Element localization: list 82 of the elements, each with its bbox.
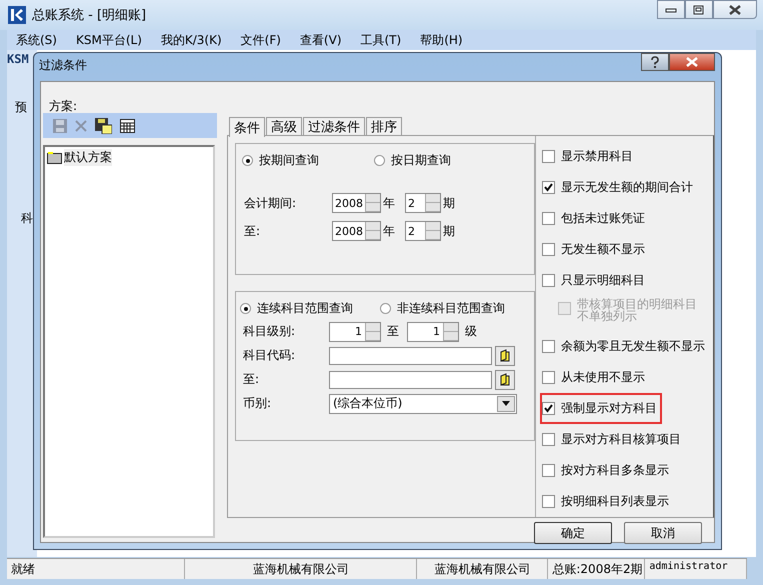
- radio-option[interactable]: 按期间查询: [242, 152, 374, 169]
- checkbox-option[interactable]: 只显示明细科目: [540, 264, 650, 296]
- close-button[interactable]: [713, 0, 757, 19]
- checkbox-option[interactable]: 显示无发生额的期间合计: [540, 172, 698, 203]
- app-logo-icon: [8, 6, 26, 24]
- dialog-button[interactable]: 确定: [534, 522, 612, 544]
- menu-item[interactable]: 工具(T): [352, 32, 412, 48]
- minimize-button[interactable]: [657, 0, 685, 19]
- folder-icon: [47, 152, 62, 164]
- caret-icon: [502, 401, 510, 406]
- year-spinner[interactable]: 2008: [332, 193, 381, 213]
- save-as-icon[interactable]: [95, 118, 112, 134]
- maximize-button[interactable]: [685, 0, 713, 19]
- input-field[interactable]: [329, 370, 492, 388]
- dialog-button[interactable]: 取消: [624, 522, 702, 544]
- field-label: 会计期间:: [243, 194, 298, 212]
- close-button[interactable]: [669, 53, 715, 71]
- lookup-button[interactable]: [495, 346, 515, 366]
- status-cell: 蓝海机械有限公司: [417, 559, 548, 579]
- year-spinner[interactable]: 2008: [332, 221, 381, 241]
- level-spinner[interactable]: 1: [407, 322, 459, 342]
- period-spinner[interactable]: 2: [405, 193, 441, 213]
- tab[interactable]: 过滤条件: [303, 117, 365, 135]
- check-icon: [544, 404, 553, 414]
- checkbox-option[interactable]: 按对方科目多条显示: [540, 455, 674, 486]
- status-cell: 蓝海机械有限公司: [185, 559, 418, 579]
- book-icon: [500, 349, 510, 362]
- radio-option[interactable]: 非连续科目范围查询: [380, 300, 512, 317]
- window-title: 总账系统 - [明细账]: [32, 7, 146, 24]
- checkbox-option[interactable]: 包括未过账凭证: [540, 202, 650, 234]
- maximize-icon: [693, 4, 705, 14]
- radio-option[interactable]: 连续科目范围查询: [240, 300, 380, 317]
- field-label: 至:: [242, 371, 260, 388]
- status-cell: administrator: [645, 559, 747, 579]
- menu-item[interactable]: 文件(F): [232, 32, 291, 48]
- field-label: 科目级别:: [242, 323, 296, 340]
- menu-item[interactable]: 系统(S): [7, 32, 67, 48]
- checkbox-option[interactable]: 从未使用不显示: [540, 362, 650, 394]
- input-field[interactable]: [329, 346, 492, 364]
- toolbar-label: 预: [14, 99, 28, 116]
- check-icon: [544, 182, 553, 192]
- column-label: 科: [20, 210, 34, 227]
- plan-item[interactable]: 默认方案: [47, 149, 211, 166]
- checkbox-option[interactable]: 余额为零且无发生额不显示: [540, 331, 710, 362]
- close-icon: [685, 57, 699, 67]
- status-cell: 总账:2008年2期: [548, 559, 646, 579]
- checkbox-option[interactable]: 按明细科目列表显示: [540, 486, 674, 518]
- tab[interactable]: 条件: [229, 117, 265, 137]
- checkbox-option[interactable]: 无发生额不显示: [540, 234, 650, 265]
- field-label: 至:: [243, 222, 262, 240]
- brand-label: KSM: [7, 52, 30, 66]
- dialog-title: 过滤条件: [39, 56, 87, 74]
- minimize-icon: [665, 6, 677, 14]
- close-icon: [728, 4, 742, 14]
- tab[interactable]: 排序: [366, 117, 402, 135]
- checkbox-option[interactable]: 显示对方科目核算项目: [540, 424, 686, 456]
- field-label: 科目代码:: [242, 347, 296, 364]
- period-spinner[interactable]: 2: [405, 221, 441, 241]
- menu-item[interactable]: 我的K/3(K): [152, 32, 232, 48]
- unit-label: 年: [383, 222, 395, 240]
- status-cell: 就绪: [7, 559, 186, 579]
- unit-label: 期: [443, 222, 455, 240]
- menu-item[interactable]: 查看(V): [290, 32, 352, 48]
- lookup-button[interactable]: [495, 370, 515, 390]
- unit-label: 期: [443, 194, 455, 212]
- book-icon: [500, 373, 510, 386]
- radio-option[interactable]: 按日期查询: [374, 152, 506, 169]
- table-icon[interactable]: [120, 118, 135, 132]
- unit-label: 至: [387, 323, 399, 340]
- menu-item[interactable]: KSM平台(L): [66, 32, 152, 48]
- plan-label: 方案:: [48, 98, 78, 115]
- level-spinner[interactable]: 1: [329, 322, 381, 342]
- unit-label: 级: [465, 323, 477, 340]
- checkbox-option[interactable]: 显示禁用科目: [540, 141, 638, 172]
- menu-item[interactable]: 帮助(H): [411, 32, 473, 48]
- checkbox-option[interactable]: 强制显示对方科目: [540, 393, 662, 424]
- field-label: 币别:: [242, 395, 272, 412]
- help-button[interactable]: [641, 53, 669, 71]
- tab[interactable]: 高级: [266, 117, 302, 135]
- unit-label: 年: [383, 194, 395, 212]
- help-icon: [650, 56, 660, 68]
- currency-dropdown[interactable]: (综合本位币): [329, 394, 517, 414]
